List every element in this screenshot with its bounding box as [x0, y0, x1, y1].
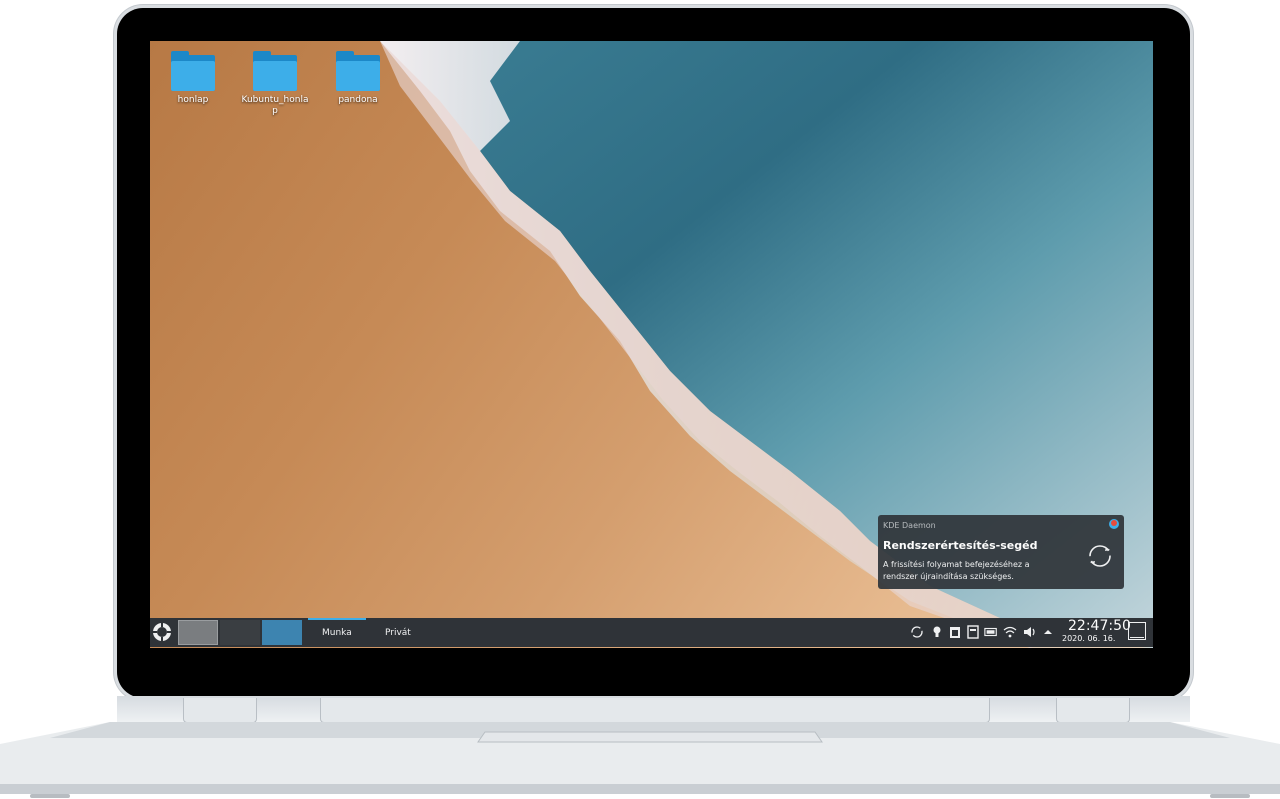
desktop-folder-honlap[interactable]: honlap: [155, 51, 231, 106]
clock-date[interactable]: 2020. 06. 16.: [1062, 633, 1115, 644]
notification-app-name: KDE Daemon: [883, 521, 936, 530]
laptop-hinge-left: [183, 698, 257, 723]
desktop-folder-pandona[interactable]: pandona: [320, 51, 396, 106]
desktop-folder-kubuntu-honlap[interactable]: Kubuntu_honla p: [237, 51, 313, 117]
desktop-icon-label: pandona: [338, 95, 378, 105]
activity-tab-label: Munka: [322, 628, 352, 638]
notification-title: Rendszerértesítés-segéd: [883, 539, 1038, 552]
laptop-base: [0, 722, 1280, 798]
update-refresh-icon: [1089, 545, 1111, 567]
desktop-icon-label: Kubuntu_honla p: [241, 95, 309, 116]
folder-icon: [253, 51, 297, 91]
activity-tab-privat[interactable]: Privát: [371, 618, 425, 647]
notes-icon[interactable]: [966, 625, 980, 639]
folder-icon: [336, 51, 380, 91]
notification-popup[interactable]: KDE Daemon Rendszerértesítés-segéd A fri…: [878, 515, 1124, 589]
expand-tray-icon[interactable]: [1041, 625, 1055, 639]
desktop-icon-label: honlap: [177, 95, 209, 105]
show-desktop-button[interactable]: [1128, 622, 1146, 640]
activity-tab-munka[interactable]: Munka: [308, 618, 366, 649]
pager-desktop-3[interactable]: [262, 620, 302, 645]
lightbulb-icon[interactable]: [930, 625, 944, 639]
folder-icon: [171, 51, 215, 91]
notification-body: A frissítési folyamat befejezéséhez a re…: [883, 560, 1030, 581]
updates-icon[interactable]: [910, 625, 924, 639]
notification-app-icon[interactable]: [1109, 519, 1119, 529]
laptop-hinge-right: [1056, 698, 1130, 723]
laptop-hinge-center: [320, 698, 990, 723]
activity-tab-label: Privát: [385, 628, 411, 638]
taskbar-panel: Munka Privát 22:47:50 2020. 06. 16.: [150, 618, 1153, 647]
clipboard-icon[interactable]: [948, 625, 962, 639]
kde-launcher-icon[interactable]: [152, 622, 172, 642]
pager-desktop-2[interactable]: [220, 620, 260, 645]
battery-icon[interactable]: [984, 625, 998, 639]
wifi-icon[interactable]: [1003, 625, 1017, 639]
volume-icon[interactable]: [1022, 625, 1036, 639]
pager-desktop-1[interactable]: [178, 620, 218, 645]
clock-time[interactable]: 22:47:50: [1068, 618, 1131, 634]
